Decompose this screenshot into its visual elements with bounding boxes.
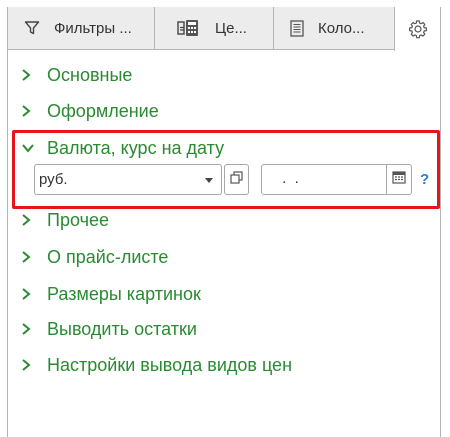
tab-columns[interactable]: Коло... bbox=[273, 7, 395, 50]
tab-filters-label: Фильтры ... bbox=[54, 19, 132, 37]
section-label: Основные bbox=[47, 64, 133, 85]
tab-bar: Фильтры ... Це... Коло... bbox=[7, 7, 441, 51]
help-button[interactable]: ? bbox=[420, 171, 429, 188]
section-currency[interactable]: Валюта, курс на дату bbox=[21, 133, 224, 163]
gear-icon bbox=[408, 19, 428, 39]
date-value: . . bbox=[278, 170, 299, 187]
calendar-icon bbox=[392, 170, 406, 189]
tab-prices-label: Це... bbox=[215, 19, 247, 37]
currency-field[interactable]: руб. bbox=[34, 164, 199, 195]
section-label: Настройки вывода видов цен bbox=[47, 354, 293, 375]
chevron-right-icon bbox=[21, 322, 39, 336]
dropdown-arrow-icon bbox=[204, 171, 213, 189]
date-field[interactable]: . . bbox=[261, 164, 388, 195]
section-label: Валюта, курс на дату bbox=[47, 137, 225, 158]
section-label: Прочее bbox=[47, 209, 109, 230]
section-label: Оформление bbox=[47, 100, 159, 121]
section-price-types[interactable]: Настройки вывода видов цен bbox=[21, 350, 292, 380]
section-design[interactable]: Оформление bbox=[21, 96, 159, 126]
tab-settings[interactable] bbox=[394, 7, 441, 51]
tab-filters[interactable]: Фильтры ... bbox=[7, 7, 155, 50]
chevron-right-icon bbox=[21, 287, 39, 301]
section-about[interactable]: О прайс-листе bbox=[21, 242, 168, 272]
currency-value: руб. bbox=[39, 171, 68, 188]
tab-prices[interactable]: Це... bbox=[154, 7, 274, 50]
section-image-sizes[interactable]: Размеры картинок bbox=[21, 279, 201, 309]
columns-list-icon bbox=[290, 19, 304, 37]
chevron-right-icon bbox=[21, 213, 39, 227]
section-other[interactable]: Прочее bbox=[21, 205, 109, 235]
open-copy-icon bbox=[230, 170, 243, 189]
section-label: Выводить остатки bbox=[47, 318, 197, 339]
section-main[interactable]: Основные bbox=[21, 60, 132, 90]
chevron-right-icon bbox=[21, 68, 39, 82]
funnel-icon bbox=[24, 20, 40, 36]
currency-dropdown-button[interactable] bbox=[196, 164, 222, 195]
price-table-icon bbox=[177, 19, 199, 37]
calendar-button[interactable] bbox=[386, 164, 412, 195]
chevron-right-icon bbox=[21, 104, 39, 118]
section-label: О прайс-листе bbox=[47, 246, 169, 267]
chevron-down-icon bbox=[21, 143, 39, 153]
section-label: Размеры картинок bbox=[47, 283, 201, 304]
tab-columns-label: Коло... bbox=[318, 19, 365, 37]
open-currency-button[interactable] bbox=[224, 164, 249, 195]
section-stock[interactable]: Выводить остатки bbox=[21, 314, 197, 344]
chevron-right-icon bbox=[21, 250, 39, 264]
chevron-right-icon bbox=[21, 358, 39, 372]
